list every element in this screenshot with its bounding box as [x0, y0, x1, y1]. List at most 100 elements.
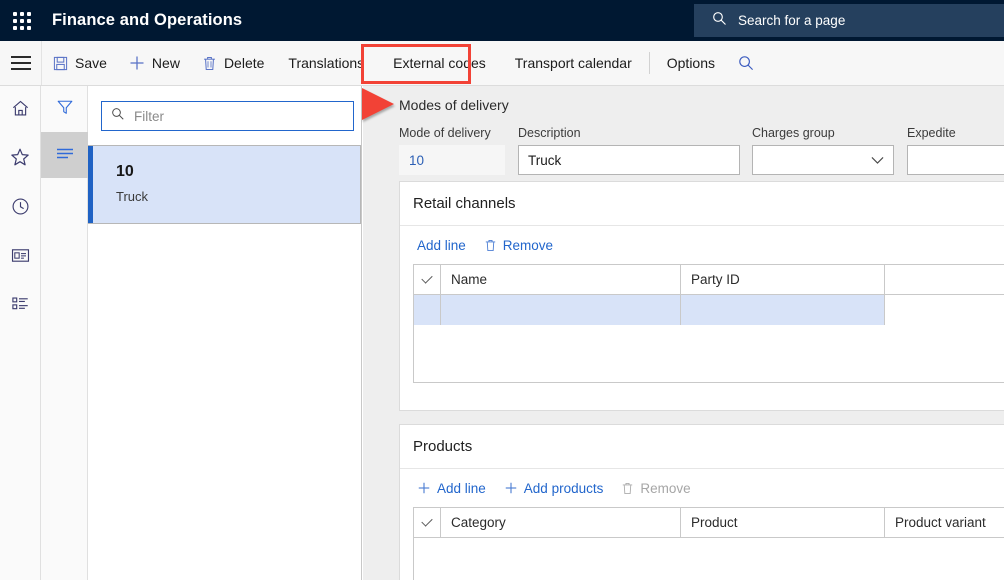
records-list: 10 Truck [88, 145, 361, 580]
search-icon [111, 107, 125, 126]
section-retail-channels-toolbar: Add line Remove [400, 226, 1004, 264]
row-select-cell[interactable] [414, 295, 441, 325]
page-search-placeholder: Search for a page [738, 13, 846, 28]
field-description-label: Description [518, 126, 581, 140]
external-codes-button[interactable]: External codes [377, 41, 502, 85]
filter-input-placeholder: Filter [134, 108, 164, 124]
toolbar-search-button[interactable] [728, 41, 764, 85]
sidebar-item-favorites[interactable] [0, 135, 40, 184]
column-header-category[interactable]: Category [441, 508, 681, 537]
page-title: Modes of delivery [399, 97, 509, 113]
app-launcher-icon[interactable] [0, 0, 44, 41]
list-modules-icon [11, 295, 30, 319]
top-navigation-bar: Finance and Operations Search for a page [0, 0, 1004, 41]
delete-button[interactable]: Delete [191, 41, 275, 85]
retail-add-line-label: Add line [417, 237, 466, 253]
checkmark-icon [421, 515, 433, 527]
field-charges-group-label: Charges group [752, 126, 835, 140]
field-expedite: Expedite [907, 126, 1004, 175]
field-description: Description Truck [518, 126, 740, 175]
field-mode-of-delivery: Mode of delivery 10 [399, 126, 505, 175]
field-expedite-input[interactable] [907, 145, 1004, 175]
field-charges-group-select[interactable] [752, 145, 894, 175]
cell-name[interactable] [441, 295, 681, 325]
retail-add-line-button[interactable]: Add line [417, 238, 466, 253]
save-button-label: Save [75, 55, 107, 71]
select-all-column-header[interactable] [414, 265, 441, 294]
list-view-toggle[interactable] [41, 132, 88, 178]
star-icon [10, 147, 30, 172]
list-item-secondary: Truck [116, 189, 149, 204]
retail-remove-button[interactable]: Remove [484, 238, 553, 253]
checkmark-icon [421, 272, 433, 284]
action-pane-toolbar: Save New Delete Translations External co… [0, 41, 1004, 86]
records-list-pane: Filter 10 Truck [88, 86, 362, 580]
transport-calendar-button-label: Transport calendar [514, 55, 632, 71]
save-disk-icon [53, 56, 68, 71]
hamburger-menu-icon[interactable] [0, 41, 41, 85]
trash-icon [621, 482, 634, 495]
left-navigation-rail [0, 86, 41, 580]
cell-filler [885, 295, 1004, 325]
grid-empty-area [414, 538, 1004, 580]
products-add-line-button[interactable]: Add line [417, 481, 486, 496]
options-button-label: Options [666, 55, 715, 71]
section-products: Products Add line Add products Remove Ca… [399, 424, 1004, 580]
trash-icon [202, 56, 217, 71]
form-header: Modes of delivery Mode of delivery 10 De… [363, 86, 1004, 181]
field-expedite-label: Expedite [907, 126, 956, 140]
column-header-name[interactable]: Name [441, 265, 681, 294]
column-header-product[interactable]: Product [681, 508, 885, 537]
column-header-party-id[interactable]: Party ID [681, 265, 885, 294]
products-add-line-label: Add line [437, 480, 486, 496]
sidebar-item-modules[interactable] [0, 282, 40, 331]
filter-input[interactable]: Filter [101, 101, 354, 131]
select-all-column-header[interactable] [414, 508, 441, 537]
field-mode-of-delivery-label: Mode of delivery [399, 126, 491, 140]
section-retail-channels: Retail channels Add line Remove Name Par… [399, 181, 1004, 411]
plus-icon [504, 481, 518, 495]
products-add-products-button[interactable]: Add products [504, 481, 603, 496]
field-mode-of-delivery-value[interactable]: 10 [399, 145, 505, 175]
grid-header-row: Name Party ID [414, 265, 1004, 295]
search-icon [738, 55, 754, 71]
grid-header-row: Category Product Product variant [414, 508, 1004, 538]
home-icon [11, 99, 30, 123]
save-button[interactable]: Save [42, 41, 118, 85]
products-remove-label: Remove [640, 480, 691, 496]
table-row[interactable] [414, 295, 1004, 325]
new-button-label: New [151, 55, 180, 71]
grid-empty-area [414, 325, 1004, 382]
list-item-primary: 10 [116, 163, 134, 180]
retail-channels-grid: Name Party ID [413, 264, 1004, 383]
translations-button-label: Translations [288, 55, 365, 71]
products-grid: Category Product Product variant [413, 507, 1004, 580]
column-header-product-variant[interactable]: Product variant [885, 508, 1004, 537]
cell-party-id[interactable] [681, 295, 885, 325]
toolbar-divider [648, 52, 650, 74]
transport-calendar-button[interactable]: Transport calendar [502, 41, 645, 85]
page-search-box[interactable]: Search for a page [694, 4, 1004, 37]
list-view-rail [41, 86, 88, 580]
list-item[interactable]: 10 Truck [88, 145, 361, 224]
trash-icon [484, 239, 497, 252]
red-pointer-arrow [362, 88, 394, 120]
sidebar-item-home[interactable] [0, 86, 40, 135]
section-products-title: Products [400, 425, 1004, 469]
column-header-filler [885, 265, 1004, 294]
delete-button-label: Delete [223, 55, 265, 71]
clock-icon [11, 197, 30, 221]
translations-button[interactable]: Translations [275, 41, 377, 85]
external-codes-button-label: External codes [393, 55, 486, 71]
filter-pane-toggle[interactable] [41, 86, 88, 132]
sidebar-item-workspaces[interactable] [0, 233, 40, 282]
field-charges-group: Charges group [752, 126, 894, 175]
products-remove-button: Remove [621, 480, 691, 496]
field-description-input[interactable]: Truck [518, 145, 740, 175]
retail-remove-label: Remove [502, 237, 554, 253]
new-button[interactable]: New [118, 41, 191, 85]
section-retail-channels-title: Retail channels [400, 182, 1004, 226]
options-button[interactable]: Options [654, 41, 728, 85]
sidebar-item-recent[interactable] [0, 184, 40, 233]
section-products-toolbar: Add line Add products Remove [400, 469, 1004, 507]
